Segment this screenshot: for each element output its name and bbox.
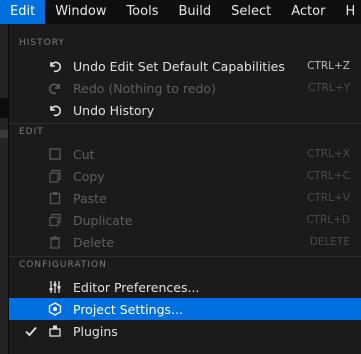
editor-panel-strip [0,98,8,118]
plugins-icon [47,323,63,339]
section-header-configuration: CONFIGURATION [19,260,107,270]
shortcut-label: CTRL+C [306,170,350,182]
menu-item-copy[interactable]: Copy CTRL+C [9,165,361,187]
menu-item-redo[interactable]: Redo (Nothing to redo) CTRL+Y [9,77,361,99]
menu-item-undo-history[interactable]: Undo History [9,99,361,121]
menu-item-duplicate[interactable]: Duplicate CTRL+D [9,209,361,231]
shortcut-label: CTRL+D [306,214,350,226]
menu-item-delete[interactable]: Delete DELETE [9,231,361,253]
menu-item-label: Cut [73,146,95,162]
undo-icon [47,58,63,74]
shortcut-label: CTRL+Z [307,60,350,72]
menu-item-project-settings[interactable]: Project Settings... [9,298,361,320]
editor-background [0,24,8,354]
checkmark-icon [23,323,39,339]
menu-item-undo[interactable]: Undo Edit Set Default Capabilities CTRL+… [9,55,361,77]
sliders-icon [47,279,63,295]
menu-window[interactable]: Window [45,0,116,24]
menu-item-label: Copy [73,168,105,184]
menu-actor[interactable]: Actor [281,0,335,24]
menu-item-label: Delete [73,234,115,250]
section-header-edit: EDIT [19,127,44,137]
menu-select[interactable]: Select [221,0,281,24]
edit-dropdown-menu: HISTORY Undo Edit Set Default Capabiliti… [8,24,361,354]
cut-icon [47,146,63,162]
menu-item-paste[interactable]: Paste CTRL+V [9,187,361,209]
shortcut-label: CTRL+Y [307,82,350,94]
redo-icon [47,80,63,96]
menu-item-label: Duplicate [73,212,133,228]
menu-item-plugins[interactable]: Plugins [9,320,361,342]
delete-icon [47,234,63,250]
menu-help-partial[interactable]: H [335,0,361,24]
undo-history-icon [47,102,63,118]
menu-divider [9,256,361,257]
menu-item-label: Undo History [73,102,155,118]
menu-tools[interactable]: Tools [116,0,168,24]
shortcut-label: DELETE [309,236,350,248]
shortcut-label: CTRL+V [307,192,350,204]
menu-item-label: Plugins [73,323,118,339]
menu-item-label: Editor Preferences... [73,279,200,295]
menu-item-label: Project Settings... [73,301,183,317]
copy-icon [47,168,63,184]
editor-panel-handle [0,130,8,138]
menu-edit[interactable]: Edit [0,0,46,24]
menu-bar: Edit Window Tools Build Select Actor H [0,0,361,24]
menu-item-editor-preferences[interactable]: Editor Preferences... [9,276,361,298]
duplicate-icon [47,212,63,228]
menu-item-label: Undo Edit Set Default Capabilities [73,58,285,74]
menu-build[interactable]: Build [168,0,221,24]
menu-divider [9,123,361,124]
paste-icon [47,190,63,206]
menu-item-label: Paste [73,190,107,206]
section-header-history: HISTORY [19,38,65,48]
menu-item-cut[interactable]: Cut CTRL+X [9,143,361,165]
shortcut-label: CTRL+X [307,148,350,160]
project-settings-icon [47,301,63,317]
menu-item-label: Redo (Nothing to redo) [73,80,216,96]
